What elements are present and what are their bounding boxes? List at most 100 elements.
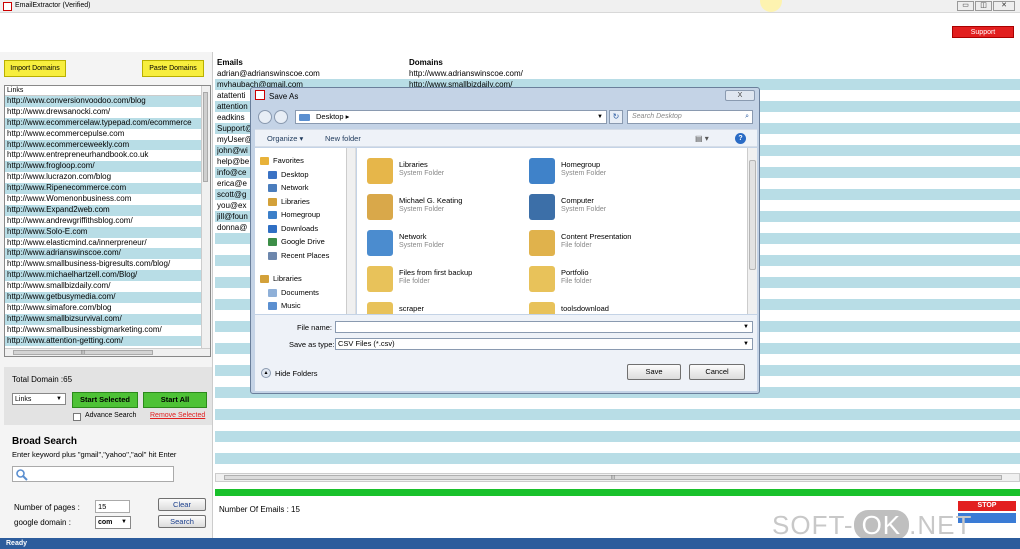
maximize-button[interactable]: ◫	[975, 1, 992, 11]
start-selected-button[interactable]: Start Selected	[72, 392, 138, 408]
nav-item[interactable]: Documents	[255, 286, 355, 300]
forward-button[interactable]	[274, 110, 288, 124]
view-options-icon[interactable]: ▤ ▾	[695, 134, 717, 144]
nav-item[interactable]: Desktop	[255, 168, 355, 182]
new-folder-button[interactable]: New folder	[325, 134, 361, 143]
list-item[interactable]: http://www.elasticmind.ca/innerpreneur/	[5, 238, 210, 249]
google-domain-select[interactable]: com ▼	[95, 516, 131, 529]
list-item[interactable]: http://www.attention-getting.com/	[5, 335, 210, 347]
table-row[interactable]: adrian@adrianswinscoe.com http://www.adri…	[215, 68, 1020, 79]
hide-folders-toggle[interactable]: Hide Folders	[275, 369, 318, 378]
address-bar[interactable]: Desktop ▸ ▼	[295, 110, 607, 124]
list-item[interactable]: http://www.Ripenecommerce.com	[5, 183, 210, 195]
list-item[interactable]: http://www.lucrazon.com/blog	[5, 172, 210, 183]
chevron-up-icon[interactable]: ▴	[261, 368, 271, 378]
favorites-icon	[260, 157, 269, 165]
links-hscroll[interactable]: III	[5, 348, 210, 356]
files-vscroll-thumb[interactable]	[749, 160, 756, 270]
close-button[interactable]: ✕	[993, 1, 1015, 11]
file-item[interactable]: Libraries System Folder	[367, 156, 527, 190]
google-domain-value: com	[98, 519, 113, 526]
file-item[interactable]: Network System Folder	[367, 228, 527, 262]
table-row[interactable]	[215, 420, 1020, 431]
file-item[interactable]: scraper	[367, 300, 527, 314]
list-item[interactable]: http://www.frogloop.com/	[5, 161, 210, 173]
clear-button[interactable]: Clear	[158, 498, 206, 511]
list-item[interactable]: http://www.Solo-E.com	[5, 226, 210, 238]
nav-item[interactable]: Network	[255, 181, 355, 195]
table-row[interactable]	[215, 409, 1020, 420]
import-domains-button[interactable]: Import Domains	[4, 60, 66, 77]
table-row[interactable]	[215, 453, 1020, 464]
support-button[interactable]: Support	[952, 26, 1014, 38]
list-item[interactable]: http://www.conversionvoodoo.com/blog	[5, 96, 210, 107]
list-item[interactable]: http://www.andrewgriffithsblog.com/	[5, 216, 210, 227]
file-item[interactable]: Computer System Folder	[529, 192, 689, 226]
list-item[interactable]: http://www.smallbusinessbigmarketing.com…	[5, 325, 210, 336]
help-icon[interactable]: ?	[735, 133, 746, 144]
table-row[interactable]	[215, 398, 1020, 409]
file-item[interactable]: toolsdownload	[529, 300, 689, 314]
grid-hscroll[interactable]: III	[215, 473, 1020, 482]
list-item[interactable]: http://www.smallbusiness-bigresults.com/…	[5, 259, 210, 270]
list-item[interactable]: http://www.drewsanocki.com/	[5, 107, 210, 118]
save-as-dialog: Save As X Desktop ▸ ▼ ↻ Search Desktop ⌕…	[250, 87, 760, 394]
nav-item[interactable]: Libraries	[255, 195, 355, 209]
list-item[interactable]: http://www.smallbizdaily.com/	[5, 281, 210, 292]
table-row[interactable]	[215, 431, 1020, 442]
list-item[interactable]: http://www.ecommerceweekly.com	[5, 139, 210, 151]
mode-select[interactable]: Links ▼	[12, 393, 66, 405]
start-all-button[interactable]: Start All	[143, 392, 207, 408]
progress-bar	[215, 489, 1020, 496]
list-item[interactable]: http://www.ecommercepulse.com	[5, 129, 210, 140]
file-item[interactable]: Portfolio File folder	[529, 264, 689, 298]
nav-item[interactable]: Homegroup	[255, 208, 355, 222]
back-button[interactable]	[258, 110, 272, 124]
save-button[interactable]: Save	[627, 364, 681, 380]
list-item[interactable]: http://www.ecommercelaw.typepad.com/ecom…	[5, 117, 210, 129]
dialog-close-button[interactable]: X	[725, 90, 755, 101]
cancel-button[interactable]: Cancel	[689, 364, 745, 380]
list-item[interactable]: http://www.entrepreneurhandbook.co.uk	[5, 150, 210, 161]
file-item[interactable]: Content Presentation File folder	[529, 228, 689, 262]
save-type-select[interactable]: CSV Files (*.csv) ▼	[335, 338, 753, 350]
files-vscroll[interactable]	[747, 148, 757, 314]
nav-item[interactable]: Music	[255, 299, 355, 313]
broad-search-input[interactable]	[12, 466, 174, 482]
minimize-button[interactable]: ▭	[957, 1, 974, 11]
nav-item[interactable]: Favorites	[255, 154, 355, 168]
links-hscroll-thumb[interactable]: III	[13, 350, 153, 356]
file-name-input[interactable]: ▼	[335, 321, 753, 333]
list-item[interactable]: http://www.getbusymedia.com/	[5, 292, 210, 303]
file-item[interactable]: Files from first backup File folder	[367, 264, 527, 298]
list-item[interactable]: http://www.adrianswinscoe.com/	[5, 248, 210, 260]
nav-item[interactable]: Recent Places	[255, 249, 355, 263]
links-vscroll-thumb[interactable]	[203, 92, 208, 182]
search-button[interactable]: Search	[158, 515, 206, 528]
save-type-label: Save as type:	[289, 340, 335, 349]
nav-vscroll[interactable]	[346, 148, 355, 314]
list-item[interactable]: http://www.simafore.com/blog	[5, 303, 210, 314]
nav-item[interactable]: Downloads	[255, 222, 355, 236]
app-title: EmailExtractor (Verified)	[15, 2, 91, 9]
pages-input[interactable]: 15	[95, 500, 130, 513]
grid-hscroll-thumb[interactable]: III	[224, 475, 1002, 481]
list-item[interactable]: http://www.Womenonbusiness.com	[5, 194, 210, 205]
paste-domains-button[interactable]: Paste Domains	[142, 60, 204, 77]
file-item[interactable]: Homegroup System Folder	[529, 156, 689, 190]
list-item[interactable]: http://www.Expand2web.com	[5, 204, 210, 216]
remove-selected-link[interactable]: Remove Selected	[150, 412, 205, 419]
homegroup-icon	[529, 158, 555, 184]
advance-search-checkbox[interactable]	[73, 413, 81, 421]
list-item[interactable]: http://www.smallbizsurvival.com/	[5, 313, 210, 325]
libraries-icon	[260, 275, 269, 283]
file-item[interactable]: Michael G. Keating System Folder	[367, 192, 527, 226]
links-list[interactable]: Links http://www.conversionvoodoo.com/bl…	[4, 85, 211, 357]
table-row[interactable]	[215, 442, 1020, 453]
search-desktop-input[interactable]: Search Desktop ⌕	[627, 110, 753, 124]
nav-item[interactable]: Libraries	[255, 272, 355, 286]
nav-item[interactable]: Google Drive	[255, 235, 355, 249]
refresh-icon[interactable]: ↻	[609, 110, 623, 124]
organize-menu[interactable]: Organize ▾	[267, 134, 303, 143]
list-item[interactable]: http://www.michaelhartzell.com/Blog/	[5, 270, 210, 282]
